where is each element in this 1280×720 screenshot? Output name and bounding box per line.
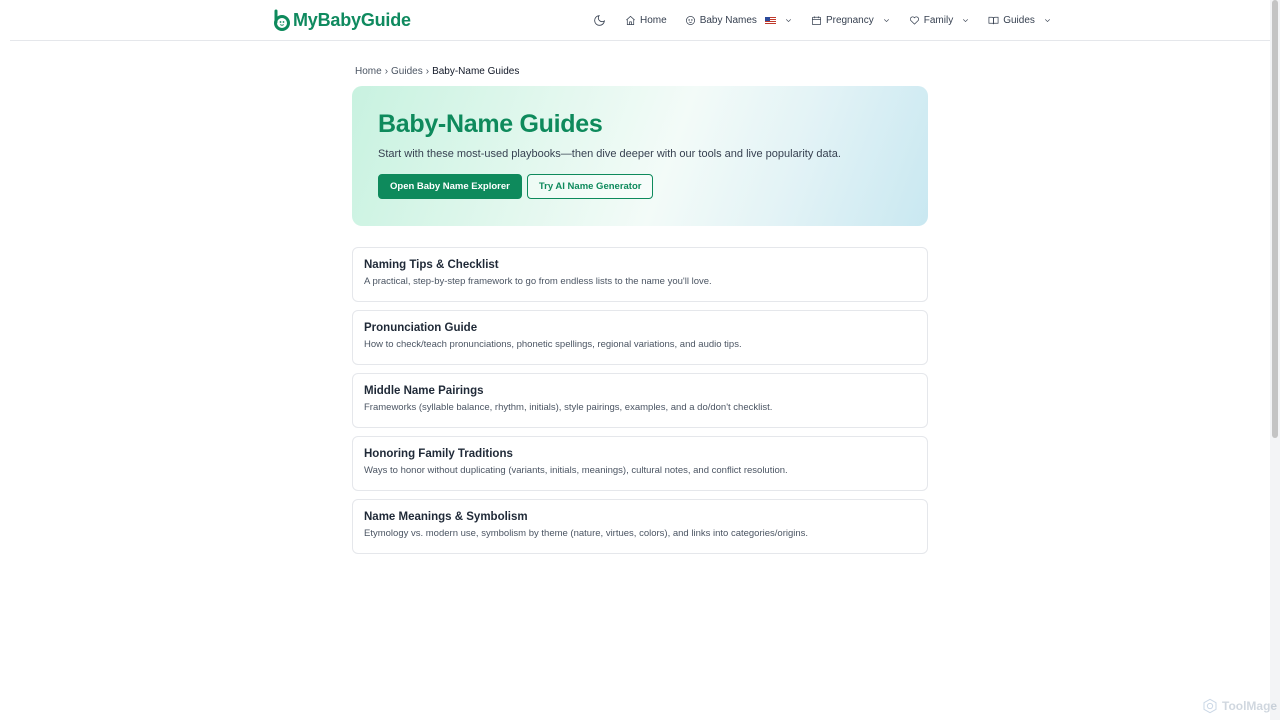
nav-pregnancy-label: Pregnancy (825, 14, 874, 26)
calendar-icon (811, 15, 821, 25)
nav-pregnancy[interactable]: Pregnancy (811, 15, 891, 26)
nav-baby-names[interactable]: Baby Names (685, 15, 793, 26)
nav-guides-label: Guides (1003, 14, 1035, 26)
logo-text: MyBabyGuide (293, 9, 411, 30)
us-flag-icon[interactable] (764, 16, 776, 24)
breadcrumb-guides[interactable]: Guides (391, 66, 423, 77)
page-scrollbar[interactable] (1270, 0, 1280, 720)
moon-icon (593, 14, 605, 26)
guide-title: Name Meanings & Symbolism (364, 511, 528, 523)
scrollbar-thumb[interactable] (1272, 0, 1278, 438)
guide-card-family-traditions[interactable]: Honoring Family Traditions Ways to honor… (352, 436, 928, 491)
open-explorer-button[interactable]: Open Baby Name Explorer (378, 174, 522, 199)
guide-description: Ways to honor without duplicating (varia… (364, 465, 788, 476)
main-nav: Home Baby Names Pregnancy Family Guides (591, 10, 1070, 30)
nav-family-label: Family (923, 14, 954, 26)
breadcrumb-separator: › (384, 66, 389, 77)
book-open-icon (988, 16, 999, 24)
guide-title: Naming Tips & Checklist (364, 259, 499, 271)
nav-family[interactable]: Family (909, 15, 970, 26)
baby-logo-icon (274, 9, 290, 31)
nav-home-label: Home (640, 14, 667, 26)
guide-description: How to check/teach pronunciations, phone… (364, 339, 742, 350)
breadcrumb-separator: › (425, 66, 430, 77)
chevron-down-icon (883, 18, 889, 22)
guide-title: Middle Name Pairings (364, 385, 484, 397)
guide-description: Frameworks (syllable balance, rhythm, in… (364, 402, 773, 413)
home-icon (626, 15, 635, 25)
guide-title: Pronunciation Guide (364, 322, 478, 334)
hero-actions: Open Baby Name Explorer Try AI Name Gene… (378, 174, 654, 199)
guide-card-middle-names[interactable]: Middle Name Pairings Frameworks (syllabl… (352, 373, 928, 428)
baby-face-icon (685, 15, 695, 25)
hero-subtitle: Start with these most-used playbooks—the… (378, 148, 841, 160)
chevron-down-icon (1044, 18, 1050, 22)
watermark: ToolMage (1202, 698, 1277, 714)
nav-guides[interactable]: Guides (988, 15, 1052, 26)
page-title: Baby-Name Guides (378, 110, 603, 138)
watermark-text: ToolMage (1222, 699, 1278, 713)
guide-title: Honoring Family Traditions (364, 448, 513, 460)
guide-card-naming-tips[interactable]: Naming Tips & Checklist A practical, ste… (352, 247, 928, 302)
hero-banner: Baby-Name Guides Start with these most-u… (352, 86, 928, 226)
ai-generator-button[interactable]: Try AI Name Generator (526, 174, 654, 199)
site-logo[interactable]: MyBabyGuide (273, 9, 411, 31)
guide-card-pronunciation[interactable]: Pronunciation Guide How to check/teach p… (352, 310, 928, 365)
theme-toggle-button[interactable] (591, 12, 607, 28)
guide-description: Etymology vs. modern use, symbolism by t… (364, 528, 809, 539)
breadcrumb-home[interactable]: Home (355, 66, 382, 77)
breadcrumb: Home › Guides › Baby-Name Guides (355, 66, 519, 77)
nav-baby-names-label: Baby Names (699, 14, 757, 26)
guide-description: A practical, step-by-step framework to g… (364, 276, 712, 287)
heart-icon (909, 15, 919, 25)
nav-home[interactable]: Home (625, 15, 667, 26)
chevron-down-icon (785, 18, 791, 22)
guide-list: Naming Tips & Checklist A practical, ste… (352, 247, 928, 562)
chevron-down-icon (963, 18, 969, 22)
breadcrumb-current: Baby-Name Guides (432, 66, 520, 77)
site-header: MyBabyGuide Home Baby Names Pregnancy Fa… (10, 0, 1270, 41)
guide-card-meanings[interactable]: Name Meanings & Symbolism Etymology vs. … (352, 499, 928, 554)
toolmage-logo-icon (1203, 698, 1217, 714)
